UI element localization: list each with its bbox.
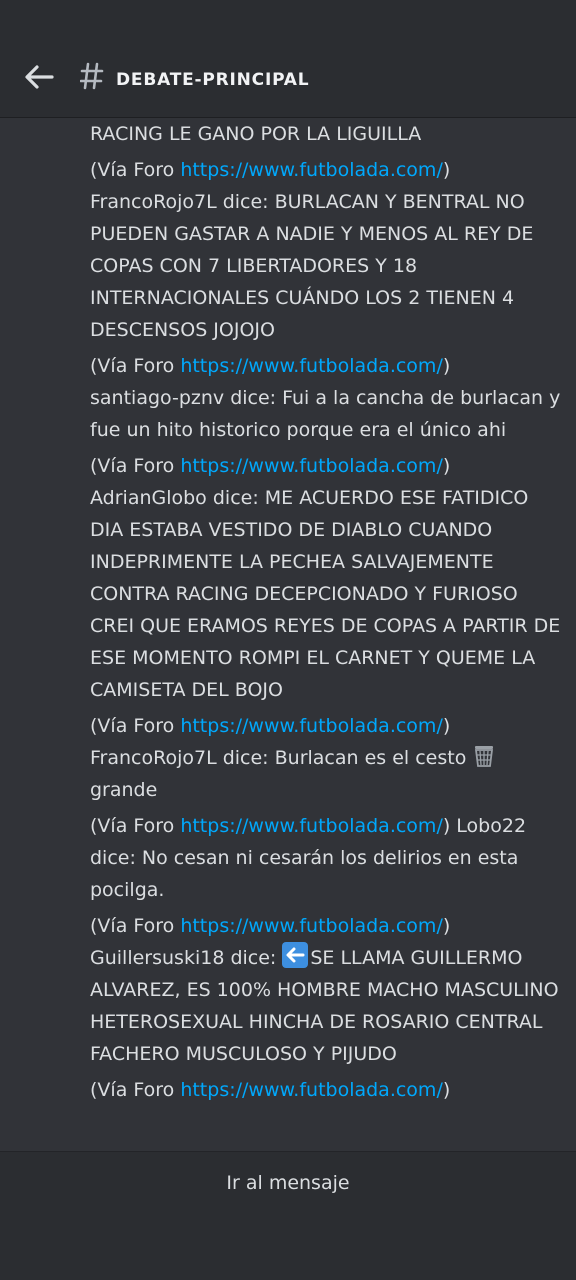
message-text: (Vía Foro https://www.futbolada.com/) sa… [90,350,562,446]
via-label: (Vía Foro [90,1079,181,1101]
basket-icon [472,744,496,768]
message-body: Guillersuski18 dice: [90,947,277,969]
message-body: santiago-pznv dice: Fui a la cancha de b… [90,387,561,441]
via-close: ) [442,1079,451,1101]
foro-link[interactable]: https://www.futbolada.com/ [180,815,443,837]
foro-link[interactable]: https://www.futbolada.com/ [180,455,443,477]
message-content: RACING LE GANO POR LA LIGUILLA (Vía Foro… [90,118,562,1110]
message-body-end: grande [90,779,158,801]
message-body: AdrianGlobo dice: ME ACUERDO ESE FATIDIC… [90,487,561,701]
via-label: (Vía Foro [90,355,181,377]
message-list[interactable]: RACING LE GANO POR LA LIGUILLA (Vía Foro… [0,118,576,1151]
foro-link[interactable]: https://www.futbolada.com/ [180,355,443,377]
via-label: (Vía Foro [90,455,181,477]
foro-link[interactable]: https://www.futbolada.com/ [180,915,443,937]
via-close: ) [442,159,451,181]
hash-icon [79,60,104,92]
message-text: (Vía Foro https://www.futbolada.com/) Lo… [90,810,562,906]
message-text: (Vía Foro https://www.futbolada.com/) Gu… [90,910,562,1070]
left-arrow-icon [282,942,309,968]
via-close: ) [442,915,451,937]
via-label: (Vía Foro [90,915,181,937]
via-label: (Vía Foro [90,815,181,837]
jump-to-message-button[interactable]: Ir al mensaje [0,1172,576,1194]
message-text: (Vía Foro https://www.futbolada.com/) Ad… [90,450,562,706]
back-arrow-icon[interactable] [22,60,56,94]
via-close: ) [442,355,451,377]
channel-title: DEBATE-PRINCIPAL [116,70,310,90]
foro-link[interactable]: https://www.futbolada.com/ [180,1079,443,1101]
via-label: (Vía Foro [90,715,181,737]
via-label: (Vía Foro [90,159,181,181]
message-body: FrancoRojo7L dice: Burlacan es el cesto [90,747,467,769]
foro-link[interactable]: https://www.futbolada.com/ [180,159,443,181]
message-body: FrancoRojo7L dice: BURLACAN Y BENTRAL NO… [90,191,534,341]
via-close: ) [442,715,451,737]
message-text: RACING LE GANO POR LA LIGUILLA [90,123,422,145]
jump-bar: Ir al mensaje [0,1151,576,1280]
via-close: ) [442,455,451,477]
message-text: (Vía Foro https://www.futbolada.com/) Fr… [90,154,562,346]
message-text: (Vía Foro https://www.futbolada.com/) Fr… [90,710,562,806]
message-text: (Vía Foro https://www.futbolada.com/) [90,1074,562,1106]
channel-header: DEBATE-PRINCIPAL [0,0,576,118]
foro-link[interactable]: https://www.futbolada.com/ [180,715,443,737]
